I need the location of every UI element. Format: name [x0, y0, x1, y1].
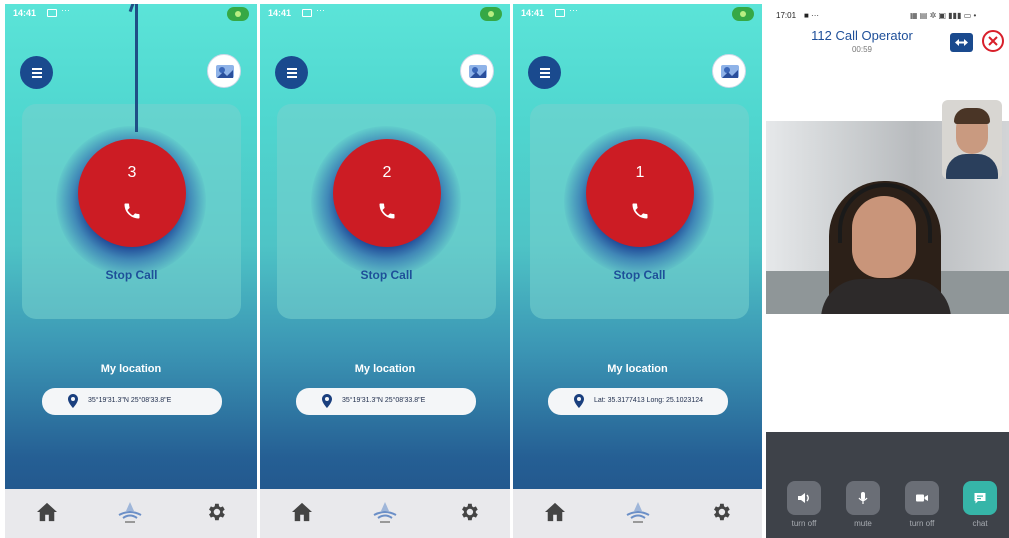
video-label: turn off [909, 519, 935, 528]
sim-icon [302, 9, 312, 17]
menu-button[interactable] [20, 56, 53, 89]
speaker-button[interactable] [787, 481, 821, 515]
status-time: 14:41 [521, 8, 545, 18]
switch-camera-icon [955, 39, 968, 46]
countdown-number: 2 [382, 164, 392, 181]
app-logo-icon[interactable] [113, 499, 147, 525]
home-icon[interactable] [291, 502, 313, 522]
countdown-number: 1 [635, 164, 645, 181]
close-icon [988, 36, 998, 46]
sim-icon [555, 9, 565, 17]
switch-camera-button[interactable] [950, 33, 973, 52]
stop-call-label[interactable]: Stop Call [277, 268, 496, 282]
call-title: 112 Call Operator [811, 28, 913, 43]
app-logo-icon[interactable] [368, 499, 402, 525]
location-indicator-icon [732, 7, 754, 21]
mute-button[interactable] [846, 481, 880, 515]
chat-control[interactable]: chat [961, 481, 999, 528]
location-pin-icon [68, 394, 78, 408]
countdown-number: 3 [127, 164, 137, 181]
call-card: 2 Stop Call [277, 104, 496, 319]
location-title: My location [354, 363, 416, 375]
status-dots: ··· [569, 5, 578, 15]
bottom-nav [513, 489, 762, 538]
end-call-button[interactable] [982, 30, 1004, 52]
location-title: My location [607, 363, 668, 375]
status-time: 14:41 [13, 8, 37, 18]
phone-icon [379, 203, 395, 219]
bottom-nav [5, 489, 257, 538]
mute-label: mute [854, 519, 872, 528]
call-card: 1 Stop Call [530, 104, 749, 319]
speaker-icon [798, 493, 809, 503]
chat-icon [974, 493, 986, 504]
speaker-label: turn off [791, 519, 817, 528]
call-card: 3 Stop Call [22, 104, 241, 319]
location-pill: Lat: 35.3177413 Long: 25.1023124 [548, 388, 728, 415]
settings-gear-icon[interactable] [205, 501, 227, 523]
call-timer: 00:59 [851, 45, 873, 54]
call-controls-bar: turn off mute turn off chat [766, 432, 1009, 538]
signal-battery-icons: ▦ ▤ ✲ ▣ ▮▮▮ ▭ • [910, 11, 977, 20]
annotation-pointer-line [135, 4, 138, 132]
location-pin-icon [574, 394, 584, 408]
status-dots: ··· [61, 5, 70, 15]
profile-avatar-icon [721, 65, 739, 78]
chat-button[interactable] [963, 481, 997, 515]
settings-gear-icon[interactable] [710, 501, 732, 523]
status-time: 14:41 [268, 8, 292, 18]
app-logo-icon[interactable] [621, 499, 655, 525]
phone-screen-countdown-3: 14:41 ··· 3 Stop Call My location 35°19'… [5, 4, 257, 538]
microphone-icon [858, 492, 868, 504]
status-dots: ··· [316, 5, 325, 15]
video-control[interactable]: turn off [903, 481, 941, 528]
stop-call-label[interactable]: Stop Call [22, 268, 241, 282]
home-icon[interactable] [544, 502, 566, 522]
profile-avatar-button[interactable] [460, 54, 494, 88]
settings-gear-icon[interactable] [458, 501, 480, 523]
phone-icon [124, 203, 140, 219]
status-bar: 14:41 ··· [513, 4, 762, 24]
location-pill: 35°19'31.3"N 25°08'33.8"E [296, 388, 476, 415]
stop-call-button[interactable]: 2 [333, 139, 441, 247]
stop-call-button[interactable]: 1 [586, 139, 694, 247]
menu-button[interactable] [528, 56, 561, 89]
menu-button[interactable] [275, 56, 308, 89]
stop-call-label[interactable]: Stop Call [530, 268, 749, 282]
speaker-control[interactable]: turn off [785, 481, 823, 528]
bottom-nav [260, 489, 510, 538]
status-notification-icons: ■ ··· [804, 11, 820, 20]
profile-avatar-button[interactable] [712, 54, 746, 88]
location-value: 35°19'31.3"N 25°08'33.8"E [88, 397, 172, 404]
self-video-preview[interactable] [942, 100, 1002, 179]
chat-label: chat [972, 519, 988, 528]
video-camera-icon [916, 494, 928, 502]
status-bar: 14:41 ··· [260, 4, 510, 24]
status-time: 17:01 [776, 11, 797, 20]
location-indicator-icon [227, 7, 249, 21]
location-pin-icon [322, 394, 332, 408]
stop-call-button[interactable]: 3 [78, 139, 186, 247]
location-value: 35°19'31.3"N 25°08'33.8"E [342, 397, 426, 404]
location-indicator-icon [480, 7, 502, 21]
status-bar: 17:01 ■ ··· ▦ ▤ ✲ ▣ ▮▮▮ ▭ • [766, 6, 1009, 24]
phone-icon [632, 203, 648, 219]
video-button[interactable] [905, 481, 939, 515]
sim-icon [47, 9, 57, 17]
profile-avatar-button[interactable] [207, 54, 241, 88]
phone-screen-countdown-2: 14:41 ··· 2 Stop Call My location 35°19'… [260, 4, 510, 538]
profile-avatar-icon [469, 65, 487, 78]
home-icon[interactable] [36, 502, 58, 522]
location-pill: 35°19'31.3"N 25°08'33.8"E [42, 388, 222, 415]
profile-avatar-icon [216, 65, 234, 78]
location-value: Lat: 35.3177413 Long: 25.1023124 [594, 397, 703, 404]
mute-control[interactable]: mute [844, 481, 882, 528]
phone-screen-countdown-1: 14:41 ··· 1 Stop Call My location Lat: 3… [513, 4, 762, 538]
video-call-screen: 17:01 ■ ··· ▦ ▤ ✲ ▣ ▮▮▮ ▭ • 112 Call Ope… [766, 6, 1009, 538]
location-title: My location [100, 363, 162, 375]
